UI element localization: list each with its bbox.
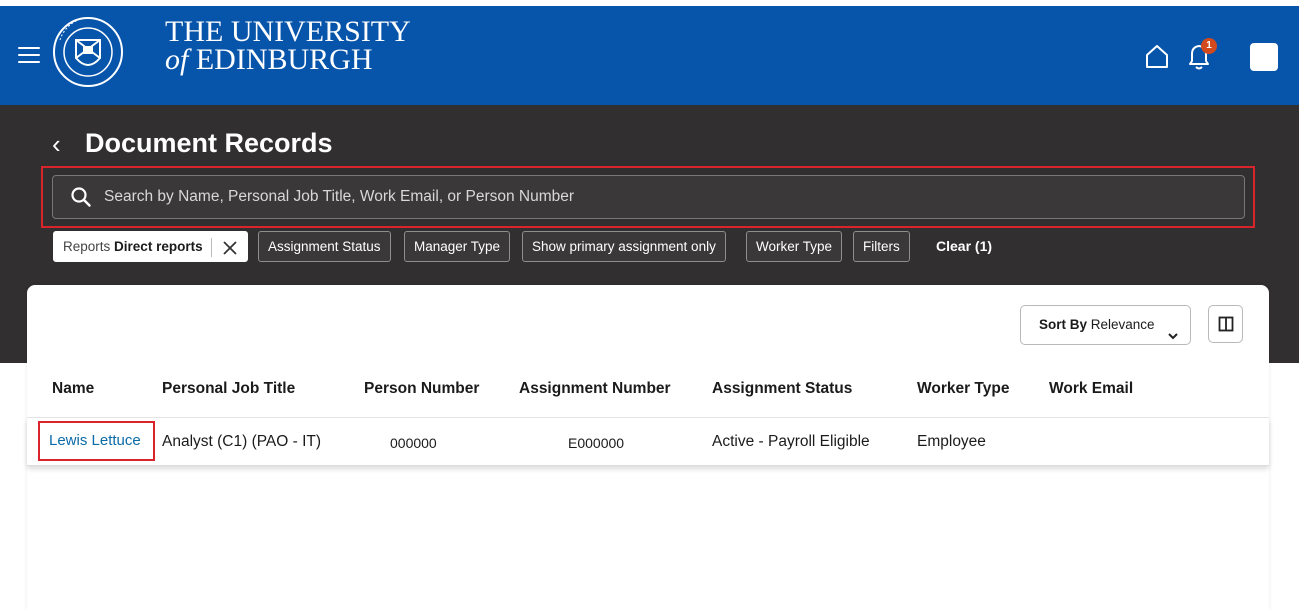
column-layout-button[interactable] (1208, 305, 1243, 343)
back-button[interactable]: ‹ (52, 131, 61, 157)
notification-badge: 1 (1201, 38, 1217, 54)
column-header-name[interactable]: Name (52, 380, 94, 398)
brand-line-2: EDINBURGH (195, 43, 373, 76)
column-header-work-email[interactable]: Work Email (1049, 380, 1133, 398)
search-icon (70, 186, 92, 208)
filter-chip-reports-label: Reports (63, 239, 111, 254)
sort-value: Relevance (1090, 317, 1155, 332)
cell-job-title: Analyst (C1) (PAO - IT) (162, 433, 322, 450)
cell-assignment-number: E000000 (568, 435, 625, 451)
cell-worker-type: Employee (917, 433, 986, 450)
page-title: Document Records (85, 128, 333, 158)
column-header-assignment-number[interactable]: Assignment Number (519, 380, 671, 398)
filter-chip-reports-value: Direct reports (114, 239, 203, 254)
filter-chip-reports[interactable]: Reports Direct reports (53, 231, 248, 262)
column-header-job-title[interactable]: Personal Job Title (162, 380, 295, 398)
hamburger-menu-icon[interactable] (18, 47, 40, 65)
university-crest-icon[interactable] (48, 10, 148, 110)
column-header-person-number[interactable]: Person Number (364, 380, 479, 398)
chevron-down-icon (1167, 319, 1179, 340)
filter-chip-filters[interactable]: Filters (853, 231, 910, 262)
close-icon[interactable] (221, 238, 239, 256)
clear-filters-link[interactable]: Clear (1) (936, 238, 992, 254)
filter-chip-manager-type[interactable]: Manager Type (404, 231, 511, 262)
columns-icon (1218, 316, 1234, 332)
home-icon[interactable] (1143, 42, 1171, 70)
sort-label: Sort By (1039, 317, 1088, 332)
sort-dropdown[interactable]: Sort By Relevance (1020, 305, 1191, 345)
user-avatar-icon[interactable] (1250, 43, 1278, 71)
column-header-assignment-status[interactable]: Assignment Status (712, 380, 852, 398)
filter-chip-assignment-status[interactable]: Assignment Status (258, 231, 391, 262)
filter-chip-worker-type[interactable]: Worker Type (746, 231, 843, 262)
brand-of: of (165, 43, 189, 76)
search-input[interactable] (104, 178, 1234, 216)
chip-divider (211, 238, 212, 257)
cell-assignment-status: Active - Payroll Eligible (712, 433, 870, 450)
column-header-worker-type[interactable]: Worker Type (917, 380, 1009, 398)
university-brand[interactable]: THE UNIVERSITY of EDINBURGH (165, 17, 411, 76)
cell-person-number: 000000 (390, 435, 437, 451)
name-highlight-outline (38, 421, 155, 461)
filter-chip-primary-assignment[interactable]: Show primary assignment only (522, 231, 726, 262)
